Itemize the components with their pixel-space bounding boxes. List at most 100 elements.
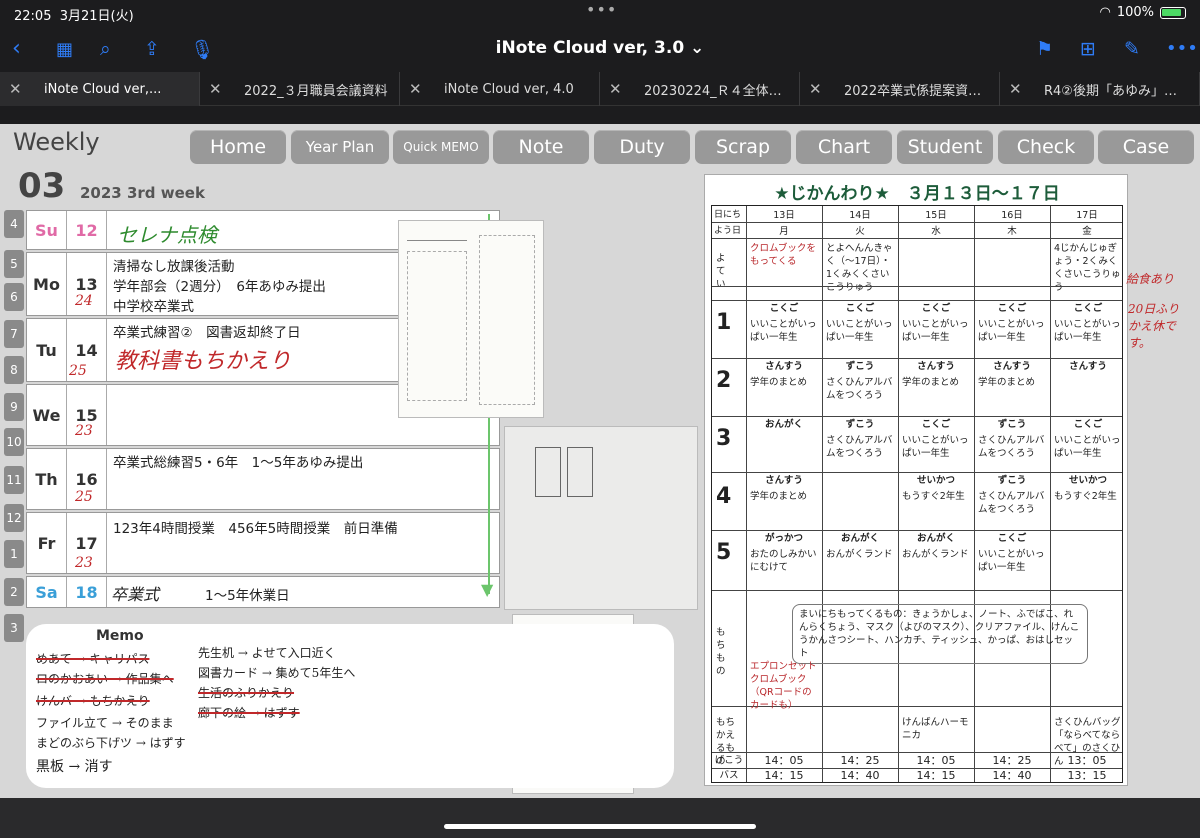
- lesson-detail: いいことがいっぱい一年生: [1054, 319, 1121, 343]
- more-icon[interactable]: •••: [1166, 38, 1198, 59]
- mochimono-text: まいにちもってくるもの：きょうかしょ、ノート、ふでばこ、れんらくちょう、マスク（…: [792, 604, 1088, 664]
- nav-duty-button[interactable]: Duty: [594, 130, 690, 164]
- tab-4[interactable]: ✕ 20230224_Ｒ４全体…: [600, 72, 800, 106]
- close-icon[interactable]: ✕: [409, 80, 422, 98]
- subject: こくご: [997, 533, 1027, 544]
- day-row-saturday[interactable]: Sa 18 卒業式 1〜5年休業日: [26, 576, 500, 608]
- day-name: We: [27, 385, 67, 445]
- yotei-cell: クロムブックをもってくる: [750, 243, 816, 267]
- nav-note-button[interactable]: Note: [493, 130, 589, 164]
- mochimono-label: もちもの: [716, 627, 726, 677]
- col-dow: 木: [1007, 226, 1017, 237]
- handwritten-note: 給食あり: [1126, 272, 1175, 286]
- hour-label: 10: [4, 428, 24, 456]
- week-number: 03: [18, 166, 66, 206]
- hour-label: 2: [4, 578, 24, 606]
- hour-label: 9: [4, 393, 24, 421]
- nav-year-plan-button[interactable]: Year Plan: [291, 130, 389, 164]
- lesson-detail: いいことがいっぱい一年生: [902, 319, 969, 343]
- hour-label: 5: [4, 250, 24, 278]
- scrap-image-album[interactable]: [398, 220, 544, 418]
- document-title[interactable]: iNote Cloud ver, 3.0 ⌄: [0, 38, 1200, 58]
- lesson-detail: もうすぐ2年生: [902, 491, 965, 502]
- tab-6[interactable]: ✕ R4②後期「あゆみ」…: [1000, 72, 1200, 106]
- lesson-detail: さくひんアルバムをつくろう: [826, 435, 893, 459]
- nav-home-button[interactable]: Home: [190, 130, 286, 164]
- nav-student-button[interactable]: Student: [897, 130, 993, 164]
- week-label: 2023 3rd week: [80, 184, 205, 202]
- toolbar: ‹ ▦ ⌕ ⇪ 🎙 iNote Cloud ver, 3.0 ⌄ ⚑ ⊞ ✎ •…: [0, 26, 1200, 72]
- day-name: Fr: [27, 513, 67, 573]
- subject: こくご: [921, 303, 951, 314]
- lesson-detail: さくひんアルバムをつくろう: [978, 491, 1045, 515]
- lesson-detail: おんがくランド: [826, 549, 893, 560]
- bottom-bar: [0, 798, 1200, 838]
- bookmark-icon[interactable]: ⚑: [1036, 38, 1053, 60]
- nav-check-button[interactable]: Check: [998, 130, 1094, 164]
- page-heading: Weekly: [13, 128, 100, 156]
- day-name: Sa: [27, 577, 67, 607]
- day-date: 12: [67, 211, 107, 249]
- event-text: 卒業式練習② 図書返却終了日: [113, 325, 301, 341]
- nav-scrap-button[interactable]: Scrap: [695, 130, 791, 164]
- add-page-icon[interactable]: ⊞: [1080, 38, 1096, 60]
- timetable-sheet[interactable]: ★じかんわり★ ３月１３日〜１７日 日にち よう日 13日 14日 15日 16…: [704, 174, 1128, 786]
- hour-label: 11: [4, 466, 24, 494]
- nav-chart-button[interactable]: Chart: [796, 130, 892, 164]
- col-dow: 火: [855, 226, 865, 237]
- close-icon[interactable]: ✕: [1009, 80, 1022, 98]
- lesson-detail: 学年のまとめ: [750, 377, 808, 388]
- subject: おんがく: [916, 533, 955, 544]
- period-number: 4: [716, 484, 732, 509]
- lesson-detail: おんがくランド: [902, 549, 969, 560]
- lesson-detail: 学年のまとめ: [750, 491, 808, 502]
- subject: ずこう: [997, 475, 1027, 486]
- day-row-friday[interactable]: Fr 17 123年4時間授業 456年5時間授業 前日準備 23: [26, 512, 500, 574]
- memo-item: まどのぶら下げツ → はずす: [36, 736, 186, 750]
- tab-3[interactable]: ✕ iNote Cloud ver, 4.0: [400, 72, 600, 106]
- col-date: 15日: [925, 210, 947, 221]
- col-date: 16日: [1001, 210, 1023, 221]
- lesson-detail: おたのしみかいにむけて: [750, 549, 817, 573]
- event-text: 学年部会（2週分） 6年あゆみ提出: [113, 279, 326, 295]
- lesson-detail: いいことがいっぱい一年生: [978, 319, 1045, 343]
- subject: こくご: [1073, 419, 1103, 430]
- subject: こくご: [997, 303, 1027, 314]
- day-date: 18: [67, 577, 107, 607]
- bus-time: 14：40: [840, 769, 880, 782]
- close-icon[interactable]: ✕: [809, 80, 822, 98]
- memo-item: ロのかおあい → 作品集へ: [36, 672, 174, 686]
- home-indicator[interactable]: [444, 824, 756, 829]
- subject: さんすう: [765, 475, 803, 486]
- nav-case-button[interactable]: Case: [1098, 130, 1194, 164]
- tab-1[interactable]: ✕ iNote Cloud ver,...: [0, 72, 200, 106]
- subject: こくご: [1073, 303, 1103, 314]
- tab-5[interactable]: ✕ 2022卒業式係提案資…: [800, 72, 1000, 106]
- bus-time: 14：15: [916, 769, 956, 782]
- tab-2[interactable]: ✕ 2022_３月職員会議資料: [200, 72, 400, 106]
- multitask-dots-icon[interactable]: •••: [586, 0, 617, 19]
- day-name: Th: [27, 449, 67, 509]
- memo-panel[interactable]: Memo めあて → キャリパス ロのかおあい → 作品集へ けんバ → もちか…: [26, 624, 674, 788]
- memo-item: 生活のふりかえり: [198, 686, 295, 700]
- hour-label: 4: [4, 210, 24, 238]
- battery-icon: [1160, 6, 1186, 19]
- subject: ずこう: [845, 419, 875, 430]
- scrap-image-desk[interactable]: [504, 426, 698, 610]
- pen-icon[interactable]: ✎: [1124, 38, 1140, 60]
- close-icon[interactable]: ✕: [9, 80, 22, 98]
- close-icon[interactable]: ✕: [609, 80, 622, 98]
- close-icon[interactable]: ✕: [209, 80, 222, 98]
- subject: こくご: [769, 303, 799, 314]
- memo-item: めあて → キャリパス: [36, 652, 150, 666]
- handwritten-note: 23: [75, 423, 93, 439]
- nav-quick-memo-button[interactable]: Quick MEMO: [393, 130, 489, 164]
- day-row-thursday[interactable]: Th 16 卒業式総練習5・6年 1〜5年あゆみ提出 25: [26, 448, 500, 510]
- memo-item: 黒板 → 消す: [36, 759, 113, 775]
- handwritten-note: 教科書もちかえり: [115, 349, 292, 374]
- period-number: 2: [716, 368, 732, 393]
- mochikaeru-cell: エプロンセット クロムブック（QRコードのカードも）: [750, 661, 817, 711]
- lesson-detail: 学年のまとめ: [978, 377, 1036, 388]
- bus-time: 14：40: [992, 769, 1032, 782]
- subject: さんすう: [1069, 361, 1107, 372]
